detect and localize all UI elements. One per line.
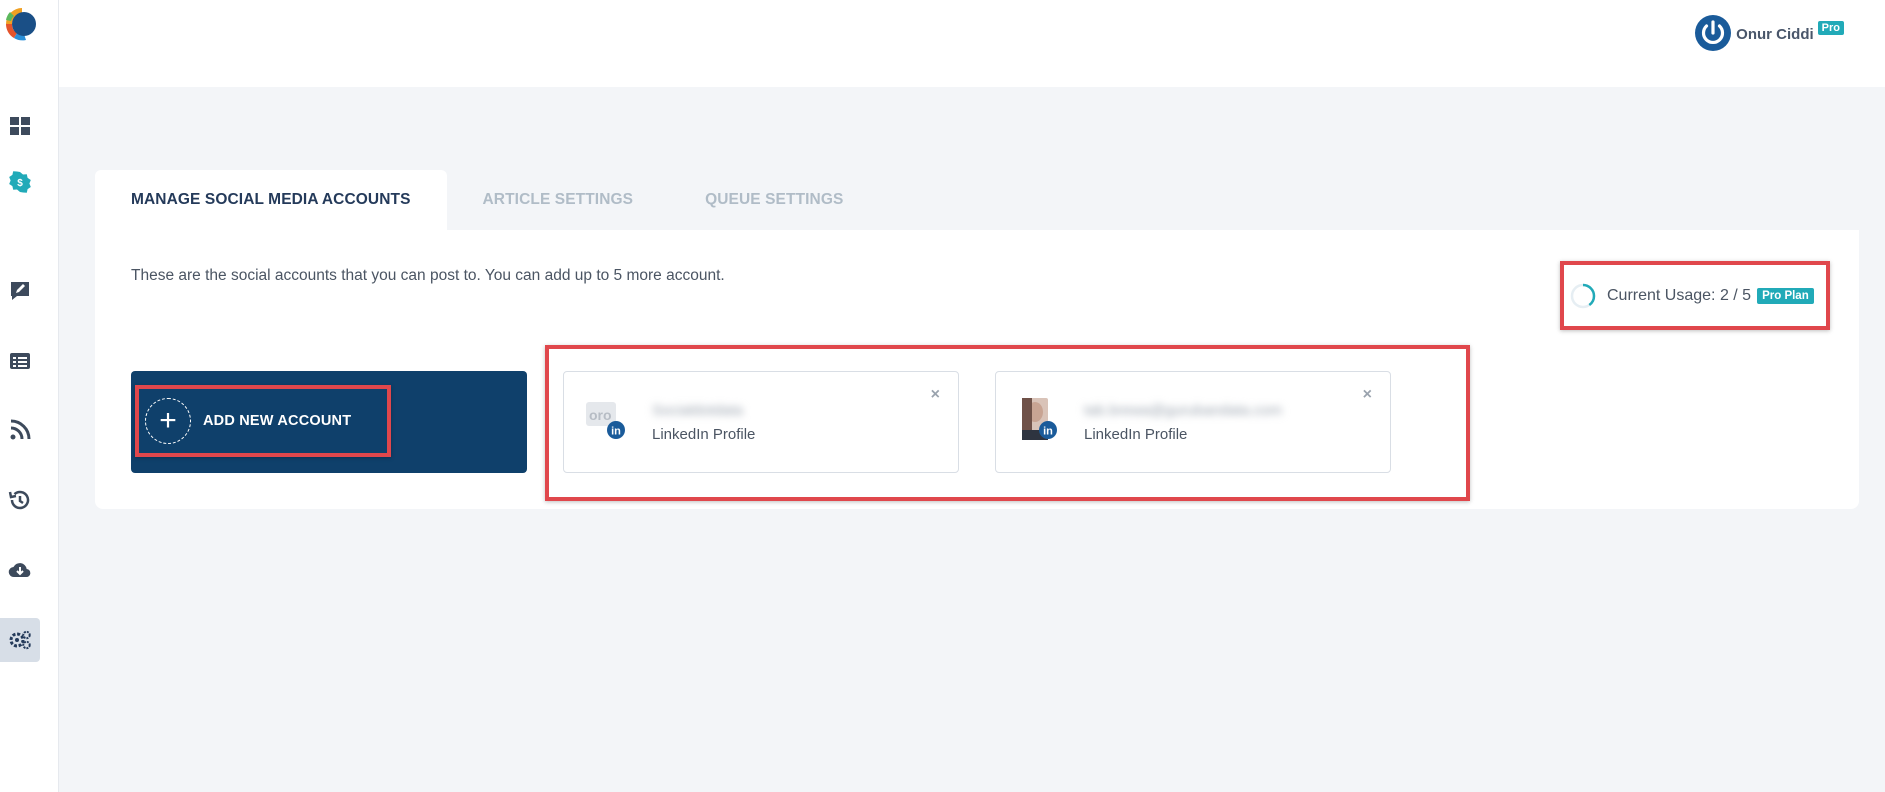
tab-article-settings[interactable]: ARTICLE SETTINGS bbox=[447, 170, 670, 230]
cloud-download-icon bbox=[8, 563, 31, 578]
svg-text:in: in bbox=[611, 426, 621, 438]
sidebar-item-rss[interactable] bbox=[0, 408, 40, 452]
sidebar-item-compose[interactable] bbox=[0, 269, 40, 313]
add-account-label: ADD NEW ACCOUNT bbox=[203, 413, 352, 429]
plus-icon: + bbox=[145, 398, 191, 444]
account-card: in tab.brewa@gurubandata.com LinkedIn Pr… bbox=[995, 371, 1391, 473]
sidebar-item-dashboard[interactable] bbox=[0, 104, 40, 148]
sidebar-item-download[interactable] bbox=[0, 548, 40, 592]
remove-account-icon[interactable]: × bbox=[931, 386, 940, 404]
user-plan-badge: Pro bbox=[1817, 21, 1844, 35]
sidebar: $ bbox=[0, 0, 59, 792]
plan-badge: Pro Plan bbox=[1757, 288, 1814, 304]
settings-icon bbox=[9, 630, 31, 650]
add-new-account-button[interactable]: + ADD NEW ACCOUNT bbox=[145, 398, 351, 444]
user-name: Onur Ciddi bbox=[1736, 25, 1814, 43]
dashboard-icon bbox=[10, 117, 30, 135]
rss-icon bbox=[10, 419, 31, 440]
add-account-card[interactable]: + ADD NEW ACCOUNT bbox=[131, 371, 527, 473]
usage-text: Current Usage: 2 / 5 bbox=[1607, 287, 1752, 304]
sidebar-item-billing[interactable]: $ bbox=[0, 160, 40, 204]
sidebar-item-articles[interactable] bbox=[0, 339, 40, 383]
account-type: LinkedIn Profile bbox=[1084, 426, 1188, 443]
history-icon bbox=[8, 490, 30, 510]
accounts-description: These are the social accounts that you c… bbox=[131, 267, 725, 284]
top-header: Onur Ciddi Pro bbox=[59, 0, 1885, 87]
settings-tabs: MANAGE SOCIAL MEDIA ACCOUNTS ARTICLE SET… bbox=[95, 170, 879, 230]
power-icon bbox=[1695, 15, 1732, 51]
app-logo[interactable] bbox=[0, 2, 44, 46]
account-type: LinkedIn Profile bbox=[652, 426, 756, 443]
compose-icon bbox=[11, 282, 29, 300]
articles-icon bbox=[10, 353, 30, 369]
usage-progress-ring bbox=[1570, 283, 1596, 309]
account-name: Socialdotdata bbox=[652, 402, 743, 419]
accounts-panel: These are the social accounts that you c… bbox=[95, 230, 1859, 509]
billing-icon: $ bbox=[9, 171, 31, 193]
account-avatar: oro in bbox=[586, 402, 625, 439]
svg-text:oro: oro bbox=[589, 407, 612, 423]
usage-indicator: Current Usage: 2 / 5 Pro Plan bbox=[1569, 282, 1814, 310]
svg-text:$: $ bbox=[17, 178, 23, 189]
svg-text:in: in bbox=[1043, 426, 1053, 438]
sidebar-item-settings[interactable] bbox=[0, 618, 40, 662]
account-name: tab.brewa@gurubandata.com bbox=[1084, 402, 1282, 419]
account-avatar: in bbox=[1022, 398, 1057, 440]
tab-manage-social-accounts[interactable]: MANAGE SOCIAL MEDIA ACCOUNTS bbox=[95, 170, 447, 230]
sidebar-item-history[interactable] bbox=[0, 478, 40, 522]
tab-queue-settings[interactable]: QUEUE SETTINGS bbox=[669, 170, 879, 230]
user-menu[interactable]: Onur Ciddi Pro bbox=[1694, 14, 1844, 52]
remove-account-icon[interactable]: × bbox=[1363, 386, 1372, 404]
account-card: oro in Socialdotdata LinkedIn Profile × bbox=[563, 371, 959, 473]
